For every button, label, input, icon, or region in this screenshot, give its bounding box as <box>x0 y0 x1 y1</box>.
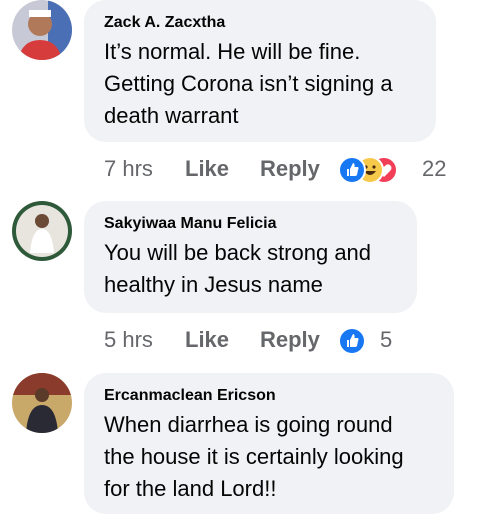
reply-button[interactable]: Reply <box>260 327 320 353</box>
avatar[interactable] <box>12 373 72 433</box>
like-button[interactable]: Like <box>185 156 229 182</box>
comment-actions: 7 hrs Like Reply 22 <box>104 156 464 186</box>
comment-bubble: Sakyiwaa Manu Felicia You will be back s… <box>84 201 417 313</box>
comment-text: When diarrhea is going round the house i… <box>104 412 404 501</box>
reactions[interactable] <box>338 327 368 355</box>
comment-text: It’s normal. He will be fine. Getting Co… <box>104 39 393 128</box>
comment-text: You will be back strong and healthy in J… <box>104 240 372 297</box>
comment-author[interactable]: Ercanmaclean Ericson <box>104 387 276 405</box>
reaction-count[interactable]: 22 <box>422 156 446 182</box>
reply-button[interactable]: Reply <box>260 156 320 182</box>
comment-author[interactable]: Sakyiwaa Manu Felicia <box>104 215 277 233</box>
avatar[interactable] <box>12 201 72 261</box>
comment-author[interactable]: Zack A. Zacxtha <box>104 14 225 32</box>
reaction-count[interactable]: 5 <box>380 327 392 353</box>
avatar[interactable] <box>12 0 72 60</box>
comment-bubble: Ercanmaclean Ericson When diarrhea is go… <box>84 373 454 514</box>
comment-time[interactable]: 5 hrs <box>104 327 153 353</box>
comment-actions: 5 hrs Like Reply 5 <box>104 327 404 357</box>
comment-bubble: Zack A. Zacxtha It’s normal. He will be … <box>84 0 436 142</box>
comment-time[interactable]: 7 hrs <box>104 156 153 182</box>
comment-item: Ercanmaclean Ericson When diarrhea is go… <box>0 373 480 514</box>
comment-item: Zack A. Zacxtha It’s normal. He will be … <box>0 0 480 190</box>
reactions[interactable] <box>338 156 408 184</box>
like-button[interactable]: Like <box>185 327 229 353</box>
like-icon <box>338 156 366 184</box>
like-icon <box>338 327 366 355</box>
comment-item: Sakyiwaa Manu Felicia You will be back s… <box>0 201 480 361</box>
